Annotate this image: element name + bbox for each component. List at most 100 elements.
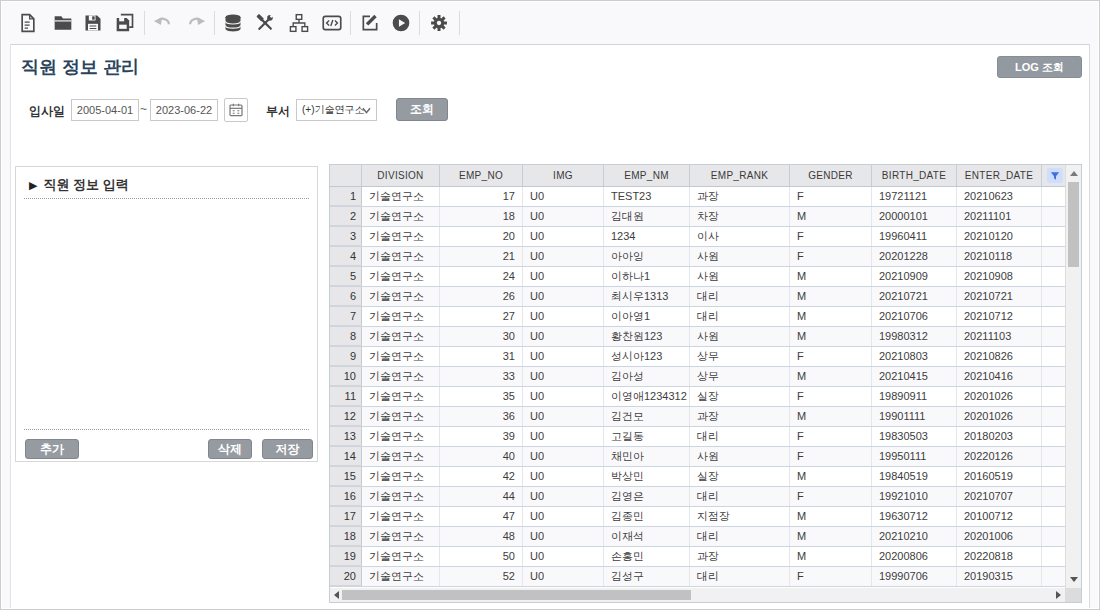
redo-icon[interactable] [186, 13, 206, 33]
scroll-left-icon[interactable] [334, 591, 339, 599]
cell-gender[interactable]: F [790, 227, 872, 246]
cell-emp_no[interactable]: 47 [440, 507, 523, 526]
cell-emp_rank[interactable]: 사원 [690, 267, 790, 286]
cell-birth_date[interactable]: 19960411 [872, 227, 957, 246]
cell-emp_rank[interactable]: 대리 [690, 307, 790, 326]
cell-emp_rank[interactable]: 지점장 [690, 507, 790, 526]
database-icon[interactable] [223, 13, 243, 33]
cell-emp_nm[interactable]: 이재석 [604, 527, 690, 546]
cell-emp_no[interactable]: 48 [440, 527, 523, 546]
cell-img[interactable]: U0 [523, 387, 604, 406]
edit-icon[interactable] [360, 13, 380, 33]
cell-enter_date[interactable]: 20210120 [957, 227, 1042, 246]
cell-img[interactable]: U0 [523, 327, 604, 346]
cell-gender[interactable]: M [790, 367, 872, 386]
cell-img[interactable]: U0 [523, 567, 604, 586]
table-row[interactable]: 9기술연구소31U0성시아123상무F2021080320210826 [330, 347, 1065, 367]
table-row[interactable]: 8기술연구소30U0황찬원123사원M1998031220211103 [330, 327, 1065, 347]
cell-emp_rank[interactable]: 대리 [690, 567, 790, 586]
save-all-icon[interactable] [115, 13, 135, 33]
scroll-down-icon[interactable] [1070, 577, 1078, 582]
cell-birth_date[interactable]: 19901111 [872, 407, 957, 426]
cell-gender[interactable]: M [790, 287, 872, 306]
cell-emp_rank[interactable]: 대리 [690, 527, 790, 546]
cell-emp_nm[interactable]: 김종민 [604, 507, 690, 526]
search-button[interactable]: 조회 [396, 98, 448, 121]
cell-enter_date[interactable]: 20210712 [957, 307, 1042, 326]
cell-img[interactable]: U0 [523, 187, 604, 206]
cell-emp_no[interactable]: 50 [440, 547, 523, 566]
open-folder-icon[interactable] [53, 13, 73, 33]
cell-emp_rank[interactable]: 대리 [690, 487, 790, 506]
cell-enter_date[interactable]: 20210118 [957, 247, 1042, 266]
cell-birth_date[interactable]: 19630712 [872, 507, 957, 526]
cell-division[interactable]: 기술연구소 [362, 327, 440, 346]
cell-division[interactable]: 기술연구소 [362, 367, 440, 386]
cell-emp_no[interactable]: 20 [440, 227, 523, 246]
cell-emp_no[interactable]: 30 [440, 327, 523, 346]
cell-emp_no[interactable]: 26 [440, 287, 523, 306]
cell-birth_date[interactable]: 19840519 [872, 467, 957, 486]
vertical-scroll-thumb[interactable] [1068, 182, 1079, 267]
table-row[interactable]: 7기술연구소27U0이아영1대리M2021070620210712 [330, 307, 1065, 327]
cell-emp_rank[interactable]: 사원 [690, 447, 790, 466]
cell-birth_date[interactable]: 20210415 [872, 367, 957, 386]
cell-emp_nm[interactable]: 황찬원123 [604, 327, 690, 346]
date-from-input[interactable]: 2005-04-01 [71, 99, 139, 121]
cell-emp_no[interactable]: 42 [440, 467, 523, 486]
cell-img[interactable]: U0 [523, 447, 604, 466]
cell-enter_date[interactable]: 20100712 [957, 507, 1042, 526]
table-row[interactable]: 19기술연구소50U0손홍민과장M2020080620220818 [330, 547, 1065, 567]
table-row[interactable]: 12기술연구소36U0김건모과장M1990111120201026 [330, 407, 1065, 427]
save-icon[interactable] [83, 13, 103, 33]
cell-emp_no[interactable]: 39 [440, 427, 523, 446]
cell-division[interactable]: 기술연구소 [362, 267, 440, 286]
cell-gender[interactable]: M [790, 407, 872, 426]
cell-emp_nm[interactable]: 이하나1 [604, 267, 690, 286]
cell-division[interactable]: 기술연구소 [362, 387, 440, 406]
dept-select[interactable]: (+)기술연구소 [296, 99, 377, 121]
cell-birth_date[interactable]: 20000101 [872, 207, 957, 226]
cell-emp_no[interactable]: 33 [440, 367, 523, 386]
cell-emp_rank[interactable]: 과장 [690, 407, 790, 426]
log-search-button[interactable]: LOG 조회 [997, 56, 1082, 78]
column-header-division[interactable]: DIVISION [362, 165, 440, 186]
cell-gender[interactable]: F [790, 187, 872, 206]
calendar-button[interactable] [224, 98, 248, 122]
cell-birth_date[interactable]: 20210210 [872, 527, 957, 546]
cell-emp_nm[interactable]: 김건모 [604, 407, 690, 426]
table-row[interactable]: 15기술연구소42U0박상민실장M1984051920160519 [330, 467, 1065, 487]
cell-emp_nm[interactable]: 최시우1313 [604, 287, 690, 306]
cell-enter_date[interactable]: 20160519 [957, 467, 1042, 486]
cell-division[interactable]: 기술연구소 [362, 307, 440, 326]
cell-gender[interactable]: M [790, 267, 872, 286]
cell-emp_nm[interactable]: 김성구 [604, 567, 690, 586]
cell-division[interactable]: 기술연구소 [362, 467, 440, 486]
cell-img[interactable]: U0 [523, 227, 604, 246]
table-row[interactable]: 1기술연구소17U0TEST23과장F1972112120210623 [330, 187, 1065, 207]
cell-emp_rank[interactable]: 이사 [690, 227, 790, 246]
cell-birth_date[interactable]: 20210803 [872, 347, 957, 366]
column-header-birth_date[interactable]: BIRTH_DATE [872, 165, 957, 186]
save-button[interactable]: 저장 [262, 439, 313, 459]
table-row[interactable]: 5기술연구소24U0이하나1사원M2021090920210908 [330, 267, 1065, 287]
horizontal-scroll-thumb[interactable] [342, 590, 691, 600]
cell-birth_date[interactable]: 19921010 [872, 487, 957, 506]
cell-img[interactable]: U0 [523, 367, 604, 386]
cell-img[interactable]: U0 [523, 347, 604, 366]
cell-emp_nm[interactable]: 이아영1 [604, 307, 690, 326]
cell-enter_date[interactable]: 20210908 [957, 267, 1042, 286]
cell-birth_date[interactable]: 20210721 [872, 287, 957, 306]
column-header-enter_date[interactable]: ENTER_DATE [957, 165, 1042, 186]
cell-enter_date[interactable]: 20210707 [957, 487, 1042, 506]
cell-emp_no[interactable]: 21 [440, 247, 523, 266]
code-editor-icon[interactable] [322, 13, 342, 33]
table-row[interactable]: 2기술연구소18U0김대원차장M2000010120211101 [330, 207, 1065, 227]
table-row[interactable]: 11기술연구소35U0이영애1234312실장F1989091120201026 [330, 387, 1065, 407]
tools-icon[interactable] [255, 13, 275, 33]
cell-img[interactable]: U0 [523, 427, 604, 446]
cell-emp_no[interactable]: 40 [440, 447, 523, 466]
undo-icon[interactable] [153, 13, 173, 33]
column-header-emp_no[interactable]: EMP_NO [440, 165, 523, 186]
cell-img[interactable]: U0 [523, 307, 604, 326]
